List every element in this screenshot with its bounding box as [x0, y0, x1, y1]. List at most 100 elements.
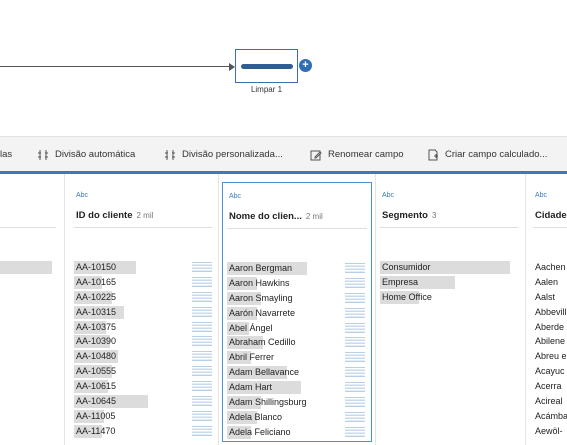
list-item[interactable]: Adam Shillingsburg — [227, 395, 307, 410]
list-item[interactable]: Adela Feliciano — [227, 425, 307, 440]
value-text: Aberde — [535, 321, 565, 332]
custom-split-label: Divisão personalizada... — [182, 149, 283, 160]
list-item[interactable]: AA-10225 — [74, 290, 117, 305]
distinct-count: 2 mil — [305, 212, 323, 221]
list-item[interactable]: Home Office — [380, 290, 432, 305]
list-item[interactable]: Aaron Hawkins — [227, 276, 307, 291]
calc-icon — [427, 149, 439, 161]
list-item[interactable]: Abbevill — [535, 305, 567, 320]
list-item[interactable]: AA-10615 — [74, 379, 117, 394]
list-item[interactable]: Aalst — [535, 290, 567, 305]
list-item[interactable]: Aewöl- — [535, 424, 567, 439]
value-text: Aalen — [535, 276, 559, 287]
list-item[interactable]: Abel Ángel — [227, 321, 307, 336]
histogram-bar — [345, 322, 365, 333]
list-item[interactable]: AA-11470 — [74, 424, 116, 439]
split-icon — [37, 149, 49, 161]
distinct-count: 2 mil — [136, 211, 154, 220]
list-item[interactable]: AA-10480 — [74, 349, 118, 364]
value-text: AA-10375 — [76, 321, 117, 332]
histogram-bar — [345, 307, 365, 318]
histogram-bar — [192, 306, 212, 317]
list-item[interactable]: AA-11005 — [74, 409, 116, 424]
value-text: Abel Ángel — [229, 322, 273, 333]
list-item[interactable]: Abril Ferrer — [227, 350, 307, 365]
list-item[interactable]: Acerra — [535, 379, 567, 394]
list-item[interactable]: AA-10390 — [74, 334, 116, 349]
value-list: Aachen Aalen Aalst Abbevill Aberde Abilene Abr… — [535, 260, 567, 439]
histogram-bar — [345, 352, 365, 363]
list-item[interactable]: Acámba — [535, 409, 567, 424]
list-item[interactable]: AA-10150 — [74, 260, 136, 275]
histogram-bar — [192, 425, 212, 436]
list-item[interactable]: AA-10315 — [74, 305, 124, 320]
list-item[interactable]: Aaron Bergman — [227, 261, 307, 276]
clean-step-label: Limpar 1 — [250, 85, 283, 94]
list-item[interactable]: Adela Blanco — [227, 410, 307, 425]
list-item[interactable]: Adam Hart — [227, 380, 307, 395]
column-card-partial[interactable] — [0, 182, 64, 442]
value-text: Adam Bellavance — [229, 367, 300, 378]
list-item[interactable]: Acayuc — [535, 364, 567, 379]
column-divider — [64, 174, 65, 445]
auto-split-button[interactable]: Divisão automática — [37, 137, 135, 172]
list-item[interactable]: Aberde — [535, 320, 567, 335]
value-text: Aalst — [535, 291, 556, 302]
histogram-bar — [192, 410, 212, 421]
create-calc-field-button[interactable]: Criar campo calculado... — [427, 137, 547, 172]
histogram-bar — [345, 426, 365, 437]
column-card-city[interactable]: Abc Cidade Aachen Aalen Aalst Abbevill Aberd… — [529, 182, 567, 442]
list-item[interactable]: AA-10165 — [74, 275, 116, 290]
value-text: Consumidor — [382, 262, 431, 272]
flow-connector — [0, 66, 232, 67]
toolbar-item-partial[interactable]: las — [0, 137, 12, 172]
header-divider — [227, 228, 367, 229]
list-item[interactable]: Aarón Navarrete — [227, 306, 307, 321]
value-text: Abril Ferrer — [229, 352, 275, 363]
list-item[interactable]: Abilene — [535, 334, 567, 349]
list-item[interactable]: Aachen — [535, 260, 567, 275]
clean-step-icon — [241, 64, 293, 69]
clean-step-node[interactable] — [235, 49, 298, 83]
list-item[interactable]: Aalen — [535, 275, 567, 290]
histogram-bar — [192, 321, 212, 332]
value-text: Acámba — [535, 410, 567, 421]
header-divider — [380, 227, 518, 228]
value-text: Adela Blanco — [229, 411, 283, 422]
value-text: AA-10615 — [76, 381, 117, 392]
value-text: AA-10150 — [76, 262, 117, 272]
value-text: Aaron Bergman — [229, 263, 293, 273]
histogram-bar — [192, 262, 212, 272]
value-list: Consumidor Empresa Home Office — [380, 260, 510, 305]
rename-icon — [310, 149, 322, 161]
value-text: AA-10315 — [76, 306, 117, 317]
value-text: AA-10225 — [76, 291, 117, 302]
list-item[interactable]: Consumidor — [380, 260, 510, 275]
list-item[interactable]: Abreu e — [535, 349, 567, 364]
column-title: ID do cliente 2 mil — [76, 210, 154, 221]
add-step-icon[interactable]: + — [299, 59, 312, 72]
list-item[interactable]: Empresa — [380, 275, 455, 290]
custom-split-button[interactable]: Divisão personalizada... — [164, 137, 283, 172]
column-card-segment[interactable]: Abc Segmento 3 Consumidor Empresa Home Offi… — [376, 182, 522, 442]
column-card-client-id[interactable]: Abc ID do cliente 2 mil AA-10150 AA-10165 A… — [70, 182, 216, 442]
histogram-bar — [345, 277, 365, 288]
value-text: Adam Hart — [229, 382, 273, 393]
value-text: Adela Feliciano — [229, 426, 291, 437]
rename-field-button[interactable]: Renomear campo — [310, 137, 404, 172]
list-item[interactable]: AA-10555 — [74, 364, 116, 379]
column-divider — [525, 174, 526, 445]
list-item[interactable]: Abraham Cedillo — [227, 335, 307, 350]
value-list: AA-10150 AA-10165 AA-10225 AA-10315 AA-10375… — [74, 260, 148, 439]
value-text: Abreu e — [535, 351, 567, 362]
list-item[interactable]: AA-10375 — [74, 320, 117, 335]
flow-canvas[interactable]: + Limpar 1 — [0, 0, 567, 135]
histogram-bar — [345, 397, 365, 408]
header-divider — [74, 227, 212, 228]
list-item[interactable]: Acireal — [535, 394, 567, 409]
column-card-client-name[interactable]: Abc Nome do clien... 2 mil Aaron Bergman A… — [222, 182, 372, 442]
list-item[interactable]: Adam Bellavance — [227, 365, 307, 380]
value-text: Abraham Cedillo — [229, 337, 296, 348]
list-item[interactable]: Aaron Smayling — [227, 291, 307, 306]
list-item[interactable]: AA-10645 — [74, 394, 148, 409]
